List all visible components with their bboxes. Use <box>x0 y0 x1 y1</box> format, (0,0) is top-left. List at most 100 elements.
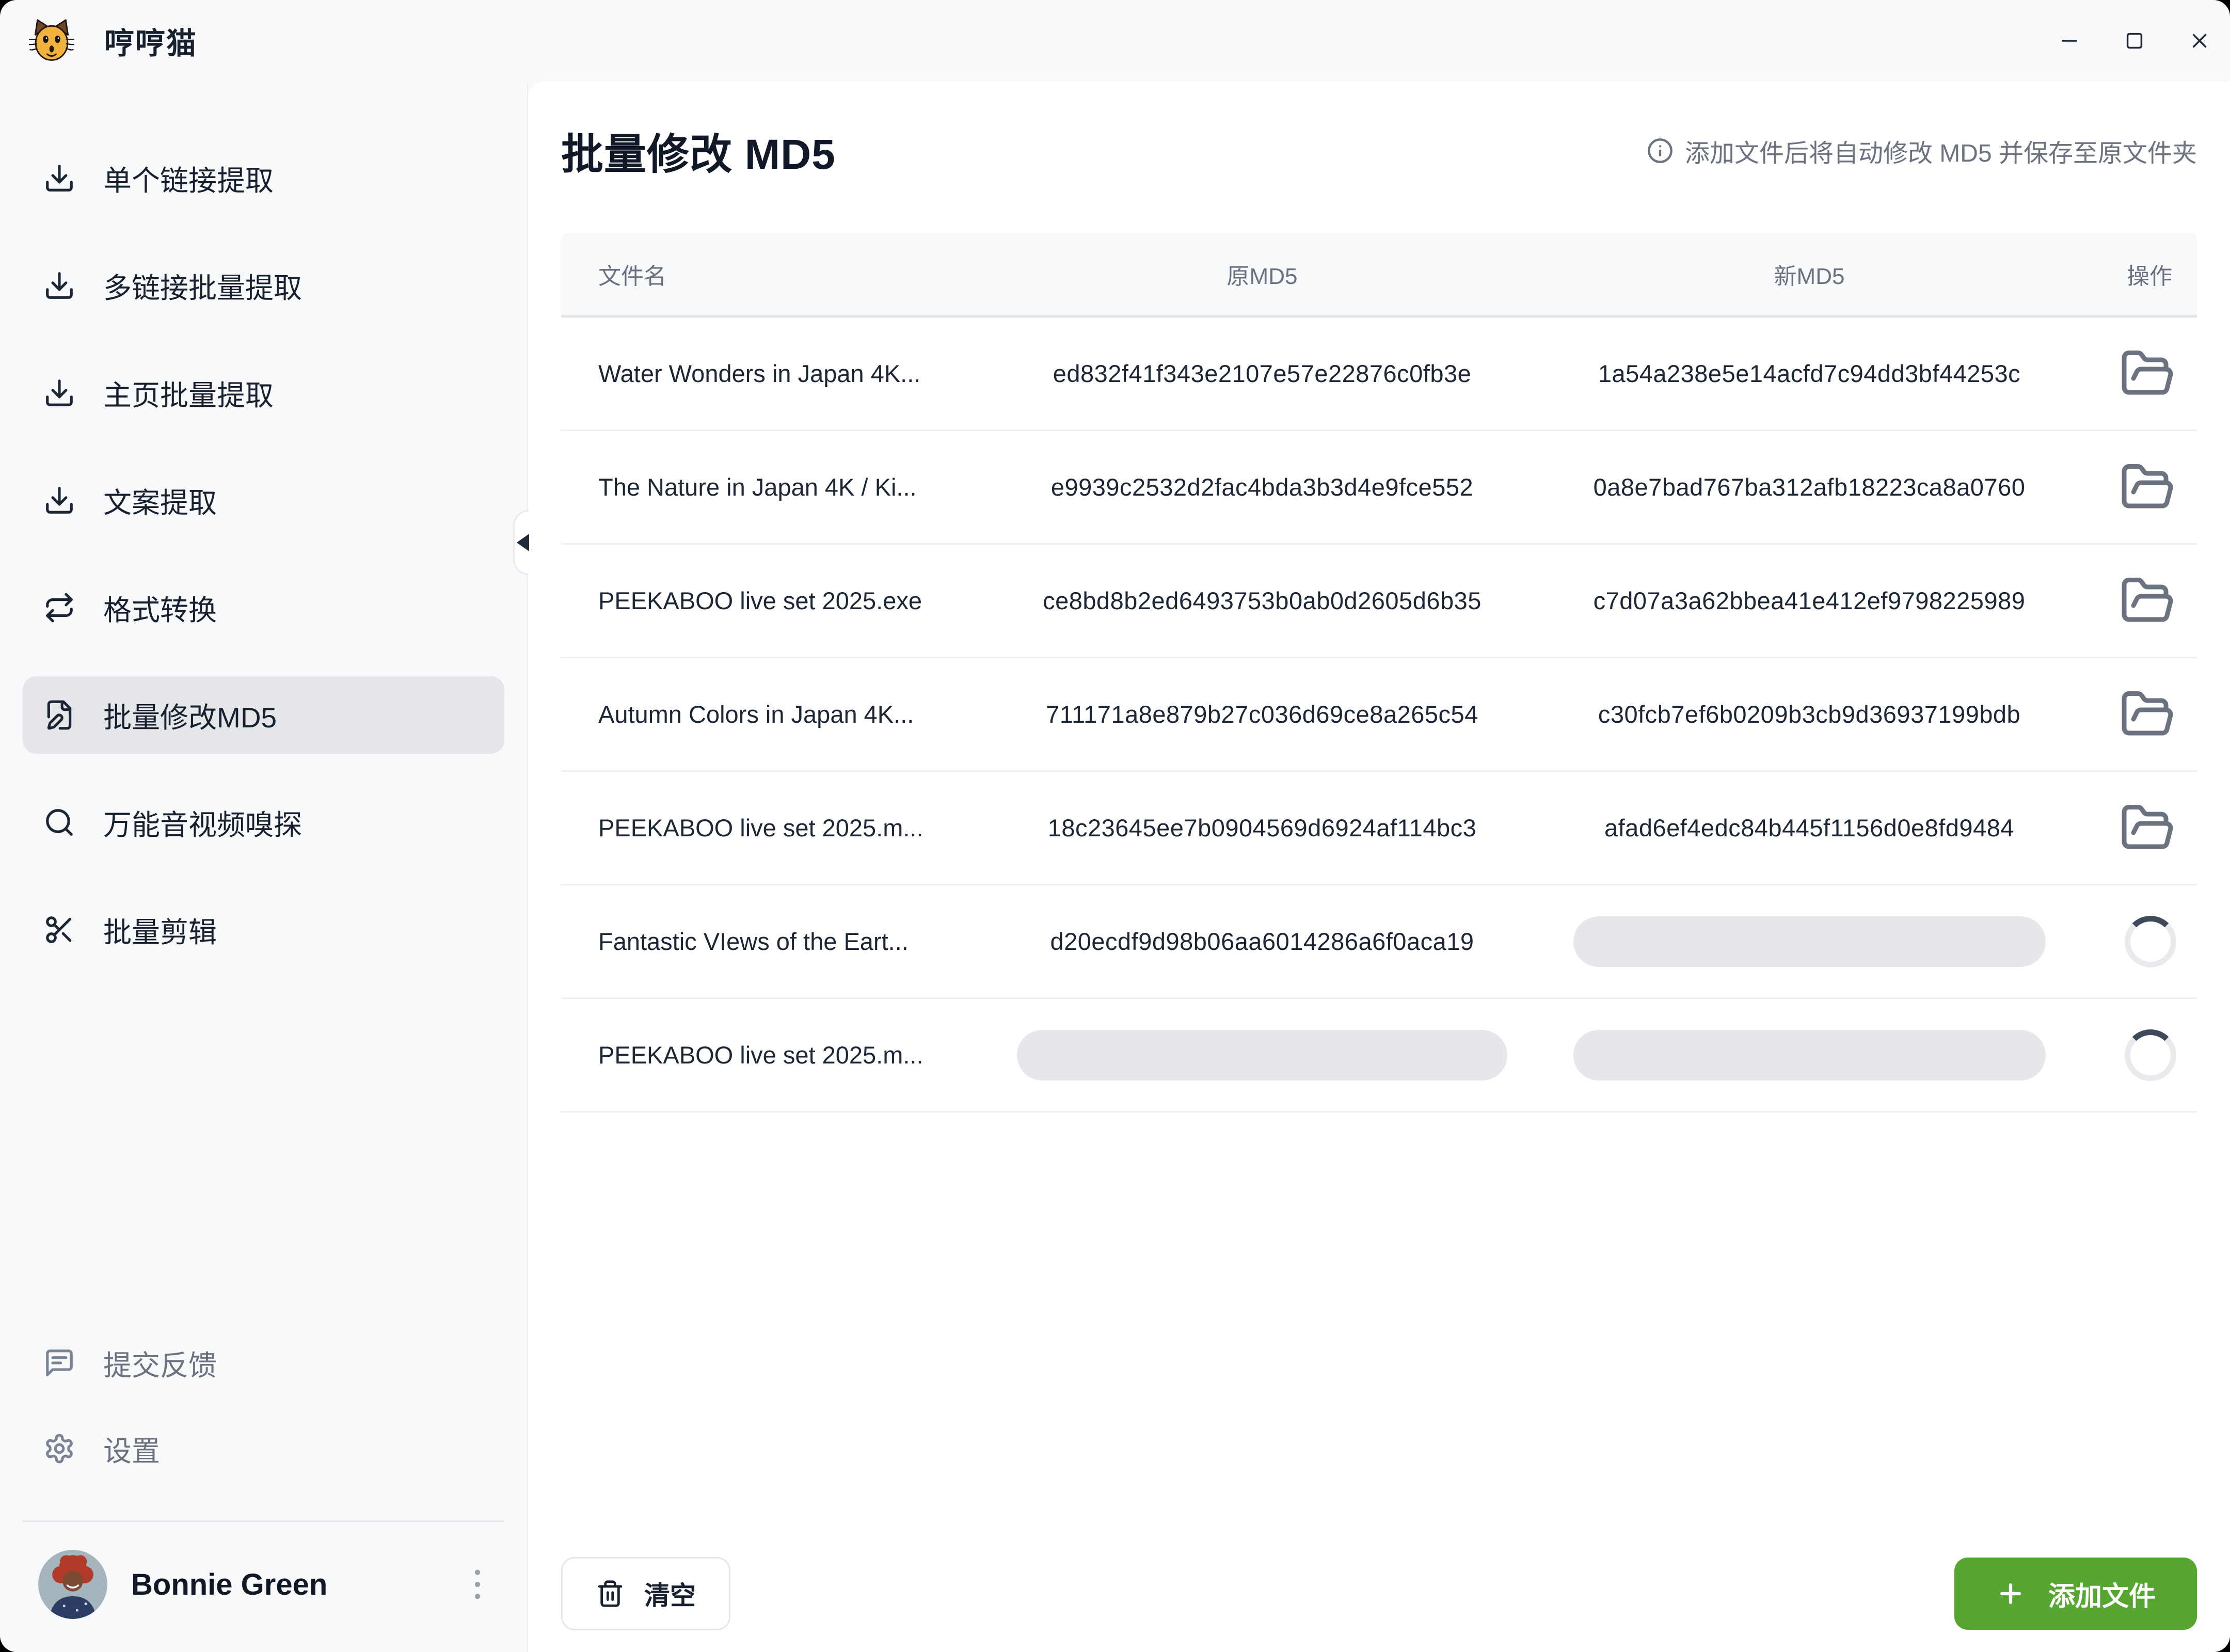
sidebar-item-label: 万能音视频嗅探 <box>103 802 302 843</box>
sidebar-item-multi-link-batch-extract[interactable]: 多链接批量提取 <box>23 247 504 324</box>
table-header: 文件名 原MD5 新MD5 操作 <box>561 233 2197 317</box>
old-md5-cell: 18c23645ee7b0904569d6924af114bc3 <box>1004 814 1520 842</box>
sidebar-item-label: 批量剪辑 <box>103 909 217 950</box>
sidebar-item-homepage-batch-extract[interactable]: 主页批量提取 <box>23 354 504 432</box>
table-row: PEEKABOO live set 2025.m... <box>561 999 2197 1113</box>
folder-open-icon <box>2120 800 2175 856</box>
new-md5-cell: 0a8e7bad767ba312afb18223ca8a0760 <box>1520 473 2098 501</box>
open-folder-button[interactable] <box>2118 458 2176 516</box>
sidebar-item-batch-modify-md5[interactable]: 批量修改MD5 <box>23 676 504 754</box>
filename-cell: Water Wonders in Japan 4K... <box>561 359 1004 388</box>
action-cell <box>2098 458 2197 516</box>
col-header-new-md5: 新MD5 <box>1520 258 2098 291</box>
window-controls <box>2058 29 2211 53</box>
auto-modify-hint: 添加文件后将自动修改 MD5 并保存至原文件夹 <box>1647 133 2197 169</box>
action-cell <box>2098 572 2197 630</box>
old-md5-cell <box>1004 1030 1520 1081</box>
add-files-button[interactable]: 添加文件 <box>1954 1558 2197 1630</box>
table-row: Water Wonders in Japan 4K... ed832f41f34… <box>561 317 2197 431</box>
sidebar-item-batch-clip[interactable]: 批量剪辑 <box>23 891 504 968</box>
profile-menu-button[interactable] <box>463 1562 492 1607</box>
sidebar-collapse-handle[interactable] <box>513 510 529 575</box>
download-icon <box>43 377 75 409</box>
folder-open-icon <box>2120 459 2175 515</box>
download-icon <box>43 269 75 301</box>
minimize-button[interactable] <box>2058 29 2081 53</box>
table-row: The Nature in Japan 4K / Ki... e9939c253… <box>561 431 2197 545</box>
sidebar-item-universal-av-sniffer[interactable]: 万能音视频嗅探 <box>23 784 504 861</box>
new-md5-cell: 1a54a238e5e14acfd7c94dd3bf44253c <box>1520 359 2098 388</box>
download-icon <box>43 162 75 194</box>
close-button[interactable] <box>2188 29 2211 53</box>
md5-loading-skeleton <box>1573 1030 2046 1081</box>
sidebar-nav: 单个链接提取 多链接批量提取 主页批量提取 文案提取 格式转换 批量修改MD5 … <box>23 139 504 998</box>
table-actions-bar: 清空 添加文件 <box>561 1557 2197 1630</box>
col-header-old-md5: 原MD5 <box>1004 258 1520 291</box>
message-icon <box>43 1347 75 1379</box>
sidebar: 单个链接提取 多链接批量提取 主页批量提取 文案提取 格式转换 批量修改MD5 … <box>0 82 528 1652</box>
filename-cell: Autumn Colors in Japan 4K... <box>561 700 1004 728</box>
new-md5-cell: c7d07a3a62bbea41e412ef9798225989 <box>1520 586 2098 615</box>
app-window: 哼哼猫 单个链接提取 多链接批量提取 主页批量提取 文案提取 格式转换 <box>0 0 2230 1652</box>
open-folder-button[interactable] <box>2118 572 2176 630</box>
table-body: Water Wonders in Japan 4K... ed832f41f34… <box>561 317 2197 1113</box>
sidebar-item-submit-feedback[interactable]: 提交反馈 <box>23 1324 504 1402</box>
app-logo-cat-icon <box>28 17 75 65</box>
processing-spinner <box>2125 1029 2176 1081</box>
folder-open-icon <box>2120 687 2175 742</box>
table-row: Fantastic VIews of the Eart... d20ecdf9d… <box>561 885 2197 999</box>
new-md5-cell: afad6ef4edc84b445f1156d0e8fd9484 <box>1520 814 2098 842</box>
plus-icon <box>1996 1579 2026 1609</box>
sidebar-item-label: 格式转换 <box>103 587 217 628</box>
table-row: PEEKABOO live set 2025.m... 18c23645ee7b… <box>561 772 2197 885</box>
trash-icon <box>596 1579 625 1608</box>
page-title: 批量修改 MD5 <box>561 120 836 181</box>
scissors-icon <box>43 914 75 946</box>
sidebar-bottom: 提交反馈 设置 <box>23 1324 504 1619</box>
old-md5-cell: ce8bd8b2ed6493753b0ab0d2605d6b35 <box>1004 586 1520 615</box>
open-folder-button[interactable] <box>2118 686 2176 743</box>
folder-open-icon <box>2120 573 2175 629</box>
filename-cell: Fantastic VIews of the Eart... <box>561 927 1004 956</box>
chevron-left-icon <box>517 534 529 551</box>
old-md5-cell: e9939c2532d2fac4bda3b3d4e9fce552 <box>1004 473 1520 501</box>
folder-open-icon <box>2120 346 2175 402</box>
new-md5-cell <box>1520 916 2098 967</box>
action-cell <box>2098 916 2197 967</box>
user-profile[interactable]: Bonnie Green <box>23 1522 504 1619</box>
sidebar-item-copywriting-extract[interactable]: 文案提取 <box>23 462 504 539</box>
sidebar-item-label: 主页批量提取 <box>103 372 274 414</box>
sidebar-item-single-link-extract[interactable]: 单个链接提取 <box>23 139 504 217</box>
sidebar-item-label: 文案提取 <box>103 480 217 521</box>
sidebar-item-label: 设置 <box>103 1428 160 1469</box>
action-cell <box>2098 1029 2197 1081</box>
gear-icon <box>43 1433 75 1465</box>
open-folder-button[interactable] <box>2118 799 2176 857</box>
clear-button[interactable]: 清空 <box>561 1557 730 1630</box>
main-panel: 批量修改 MD5 添加文件后将自动修改 MD5 并保存至原文件夹 文件名 原MD… <box>528 82 2230 1652</box>
sidebar-item-label: 批量修改MD5 <box>103 694 277 736</box>
old-md5-cell: ed832f41f343e2107e57e22876c0fb3e <box>1004 359 1520 388</box>
hint-text: 添加文件后将自动修改 MD5 并保存至原文件夹 <box>1685 133 2197 169</box>
clear-button-label: 清空 <box>644 1575 696 1612</box>
old-md5-cell: d20ecdf9d98b06aa6014286a6f0aca19 <box>1004 927 1520 956</box>
sidebar-item-format-convert[interactable]: 格式转换 <box>23 569 504 646</box>
maximize-button[interactable] <box>2123 29 2146 53</box>
table-row: Autumn Colors in Japan 4K... 711171a8e87… <box>561 658 2197 772</box>
sidebar-item-settings[interactable]: 设置 <box>23 1410 504 1487</box>
sidebar-item-label: 单个链接提取 <box>103 157 274 199</box>
file-pen-icon <box>43 699 75 731</box>
md5-loading-skeleton <box>1573 916 2046 967</box>
action-cell <box>2098 345 2197 403</box>
processing-spinner <box>2125 916 2176 967</box>
repeat-icon <box>43 592 75 624</box>
download-icon <box>43 484 75 516</box>
col-header-action: 操作 <box>2098 258 2197 291</box>
open-folder-button[interactable] <box>2118 345 2176 403</box>
md5-table: 文件名 原MD5 新MD5 操作 Water Wonders in Japan … <box>561 233 2197 1113</box>
add-files-button-label: 添加文件 <box>2048 1575 2156 1613</box>
filename-cell: PEEKABOO live set 2025.exe <box>561 586 1004 615</box>
action-cell <box>2098 686 2197 743</box>
profile-name: Bonnie Green <box>131 1567 327 1602</box>
old-md5-cell: 711171a8e879b27c036d69ce8a265c54 <box>1004 700 1520 728</box>
